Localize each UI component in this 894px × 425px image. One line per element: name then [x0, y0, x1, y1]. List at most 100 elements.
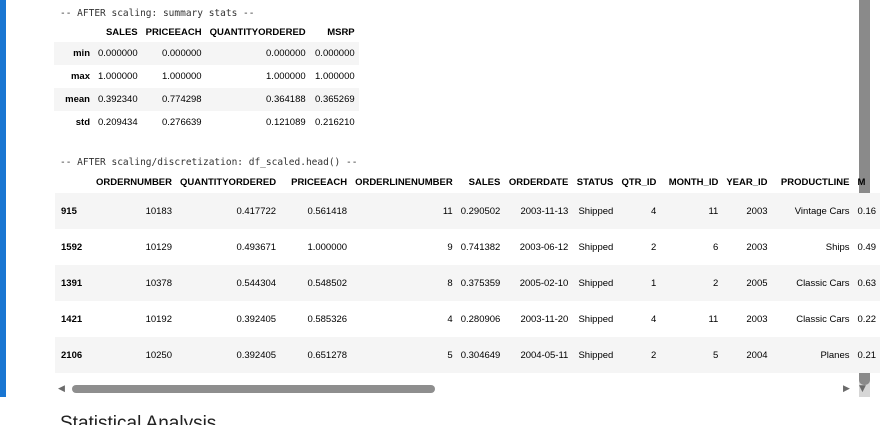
- table-cell: 0.741382: [460, 241, 501, 253]
- table-cell: 0.290502: [460, 205, 501, 217]
- column-header: M: [857, 176, 866, 188]
- column-header: ORDERDATE: [508, 176, 569, 188]
- table-cell: 2003: [746, 313, 768, 325]
- table-cell: 9: [447, 241, 453, 253]
- scroll-left-arrow-icon[interactable]: ◀: [58, 385, 65, 394]
- table-cell: Vintage Cars: [794, 205, 850, 217]
- table-cell: 11: [708, 205, 719, 217]
- row-index: min: [73, 48, 90, 59]
- table-cell: 11: [708, 313, 719, 325]
- table-cell: 2: [651, 241, 657, 253]
- column-header: SALES: [105, 26, 138, 38]
- table-cell: 0.21: [857, 349, 877, 361]
- section-heading: Statistical Analysis: [60, 413, 217, 425]
- table-cell: 0.774298: [161, 94, 202, 105]
- table-cell: 0.63: [857, 277, 877, 289]
- scroll-right-arrow-icon[interactable]: ▶: [843, 385, 850, 394]
- table-cell: Ships: [825, 241, 850, 253]
- table-cell: 0.000000: [266, 48, 306, 59]
- table-row: 1391 10378 0.544304 0.548502 8 0.375359 2005-0…: [55, 265, 881, 301]
- column-header: STATUS: [576, 176, 614, 188]
- table-cell: 2: [713, 277, 719, 289]
- table-row: max 1.000000 1.000000 1.000000 1.000000: [54, 65, 359, 88]
- table-cell: Shipped: [578, 313, 614, 325]
- table-cell: 0.417722: [236, 205, 277, 217]
- table-cell: 5: [447, 349, 453, 361]
- table-cell: 10192: [145, 313, 172, 325]
- table-row: std 0.209434 0.276639 0.121089 0.216210: [54, 111, 359, 134]
- table-cell: 1.000000: [315, 71, 355, 82]
- table-cell: 0.544304: [236, 277, 277, 289]
- table-cell: 0.493671: [236, 241, 277, 253]
- row-index: 1391: [61, 277, 83, 289]
- table-cell: 0.209434: [98, 117, 138, 128]
- head-label: -- AFTER scaling/discretization: df_scal…: [60, 157, 358, 168]
- row-index: max: [70, 71, 90, 82]
- table-cell: 0.392405: [236, 313, 277, 325]
- column-header: QTR_ID: [621, 176, 657, 188]
- table-cell: 4: [651, 205, 657, 217]
- table-cell: 2005: [746, 277, 768, 289]
- row-index: mean: [65, 94, 90, 105]
- table-cell: Shipped: [578, 277, 614, 289]
- table-cell: 1: [651, 277, 657, 289]
- summary-stats-table: SALES PRICEEACH QUANTITYORDERED MSRP min…: [54, 22, 359, 134]
- table-row: 1421 10192 0.392405 0.585326 4 0.280906 2003-1…: [55, 301, 881, 337]
- column-header: YEAR_ID: [726, 176, 768, 188]
- table-cell: 0.375359: [460, 277, 501, 289]
- df-head-table: ORDERNUMBER QUANTITYORDERED PRICEEACH ORDER…: [55, 171, 881, 373]
- table-row: 915 10183 0.417722 0.561418 11 0.290502 2003-1…: [55, 193, 881, 229]
- table-cell: 2: [651, 349, 657, 361]
- table-cell: 0.121089: [266, 117, 306, 128]
- table-row: 1592 10129 0.493671 1.000000 9 0.741382 2003-0…: [55, 229, 881, 265]
- table-cell: 0.365269: [315, 94, 355, 105]
- table-cell: 2003: [746, 241, 768, 253]
- table-row: 2106 10250 0.392405 0.651278 5 0.304649 2004-0…: [55, 337, 881, 373]
- table-cell: 1.000000: [98, 71, 138, 82]
- table-cell: 10250: [145, 349, 172, 361]
- column-header: ORDERNUMBER: [96, 176, 172, 188]
- table-row: mean 0.392340 0.774298 0.364188 0.365269: [54, 88, 359, 111]
- table-cell: 2005-02-10: [519, 277, 569, 289]
- table-cell: 1.000000: [161, 71, 202, 82]
- column-header: ORDERLINENUMBER: [355, 176, 453, 188]
- column-header: PRICEEACH: [291, 176, 348, 188]
- table-cell: Shipped: [578, 349, 614, 361]
- table-cell: Planes: [820, 349, 850, 361]
- column-header: [54, 22, 94, 42]
- column-header: [55, 171, 88, 193]
- table-cell: 0.000000: [98, 48, 138, 59]
- row-index: 2106: [61, 349, 83, 361]
- table-cell: Classic Cars: [796, 313, 850, 325]
- table-cell: 0.000000: [315, 48, 355, 59]
- table-cell: 10378: [145, 277, 172, 289]
- table-cell: 6: [713, 241, 719, 253]
- table-cell: 0.276639: [161, 117, 202, 128]
- table-cell: 0.548502: [307, 277, 348, 289]
- table-cell: 0.49: [857, 241, 877, 253]
- table-cell: 0.000000: [161, 48, 202, 59]
- table-cell: 0.561418: [307, 205, 348, 217]
- table-cell: 0.216210: [315, 117, 355, 128]
- horizontal-scrollbar-thumb[interactable]: [72, 385, 435, 393]
- column-header: QUANTITYORDERED: [180, 176, 277, 188]
- table-cell: 0.16: [857, 205, 877, 217]
- scroll-down-arrow-icon[interactable]: ▼: [859, 385, 866, 394]
- table-cell: 0.280906: [460, 313, 501, 325]
- table-cell: 4: [651, 313, 657, 325]
- summary-stats-label: -- AFTER scaling: summary stats --: [60, 8, 255, 19]
- table-cell: Shipped: [578, 241, 614, 253]
- column-header: MSRP: [327, 26, 355, 38]
- table-cell: 10183: [145, 205, 172, 217]
- table-cell: 2003: [746, 205, 768, 217]
- row-index: 1421: [61, 313, 83, 325]
- table-cell: 1.000000: [266, 71, 306, 82]
- table-cell: 1.000000: [307, 241, 348, 253]
- table-cell: 2004: [746, 349, 768, 361]
- column-header: QUANTITYORDERED: [209, 26, 306, 38]
- table-cell: 0.651278: [307, 349, 348, 361]
- table-cell: 2004-05-11: [520, 349, 569, 361]
- table-cell: 0.22: [857, 313, 877, 325]
- table-cell: Shipped: [578, 205, 614, 217]
- table-cell: 0.392340: [98, 94, 138, 105]
